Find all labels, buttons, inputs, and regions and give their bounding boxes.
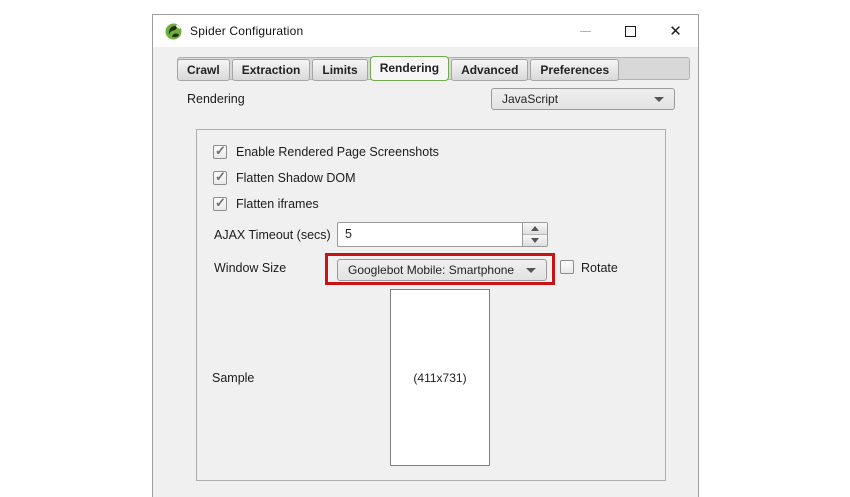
spider-configuration-dialog: Spider Configuration ✕ Crawl Extraction … — [152, 14, 699, 497]
rotate-checkbox[interactable] — [560, 260, 574, 274]
desktop-background: Spider Configuration ✕ Crawl Extraction … — [0, 0, 850, 497]
rendering-mode-value: JavaScript — [502, 92, 558, 106]
iframes-checkbox[interactable]: ✓ — [213, 197, 227, 211]
chevron-down-icon — [654, 97, 664, 102]
tab-advanced[interactable]: Advanced — [451, 59, 528, 81]
tab-extraction[interactable]: Extraction — [232, 59, 311, 81]
arrow-up-icon — [531, 226, 539, 231]
window-controls: ✕ — [563, 15, 698, 47]
sample-dimensions: (411x731) — [413, 371, 466, 385]
screenshots-checkbox-label: Enable Rendered Page Screenshots — [236, 145, 439, 159]
minimize-button[interactable] — [563, 15, 608, 47]
ajax-timeout-label: AJAX Timeout (secs) — [214, 228, 331, 242]
shadow-dom-checkbox-label: Flatten Shadow DOM — [236, 171, 356, 185]
tab-preferences[interactable]: Preferences — [530, 59, 619, 81]
tab-crawl[interactable]: Crawl — [177, 59, 230, 81]
spinner-down-button[interactable] — [523, 235, 547, 246]
chevron-down-icon — [526, 268, 536, 273]
screenshots-checkbox[interactable]: ✓ — [213, 145, 227, 159]
shadow-dom-checkbox-row: ✓ Flatten Shadow DOM — [213, 170, 356, 186]
shadow-dom-checkbox[interactable]: ✓ — [213, 171, 227, 185]
rendering-label: Rendering — [187, 92, 245, 106]
checkmark-icon: ✓ — [215, 169, 226, 185]
tab-limits[interactable]: Limits — [312, 59, 367, 81]
title-bar[interactable]: Spider Configuration ✕ — [153, 15, 698, 47]
checkmark-icon: ✓ — [215, 195, 226, 211]
tab-rendering[interactable]: Rendering — [370, 56, 449, 81]
screaming-frog-icon — [165, 23, 182, 40]
arrow-down-icon — [531, 238, 539, 243]
maximize-icon — [625, 26, 636, 37]
window-size-value: Googlebot Mobile: Smartphone — [348, 263, 514, 277]
iframes-checkbox-label: Flatten iframes — [236, 197, 319, 211]
screenshots-checkbox-row: ✓ Enable Rendered Page Screenshots — [213, 144, 439, 160]
window-size-label: Window Size — [214, 261, 286, 275]
minimize-icon — [580, 31, 591, 32]
ajax-timeout-value: 5 — [338, 223, 522, 246]
spinner-up-button[interactable] — [523, 223, 547, 235]
window-title: Spider Configuration — [190, 24, 303, 38]
close-icon: ✕ — [669, 24, 682, 39]
maximize-button[interactable] — [608, 15, 653, 47]
window-size-dropdown[interactable]: Googlebot Mobile: Smartphone — [337, 259, 547, 281]
ajax-timeout-input[interactable]: 5 — [337, 222, 548, 247]
iframes-checkbox-row: ✓ Flatten iframes — [213, 196, 319, 212]
close-button[interactable]: ✕ — [653, 15, 698, 47]
rendering-options-panel: ✓ Enable Rendered Page Screenshots ✓ Fla… — [196, 129, 666, 481]
tabs: Crawl Extraction Limits Rendering Advanc… — [177, 55, 619, 81]
rendering-mode-dropdown[interactable]: JavaScript — [491, 88, 675, 110]
ajax-timeout-spinner — [522, 223, 547, 246]
rotate-label: Rotate — [581, 261, 618, 275]
sample-viewport-preview: (411x731) — [390, 289, 490, 466]
sample-label: Sample — [212, 371, 254, 385]
checkmark-icon: ✓ — [215, 143, 226, 159]
